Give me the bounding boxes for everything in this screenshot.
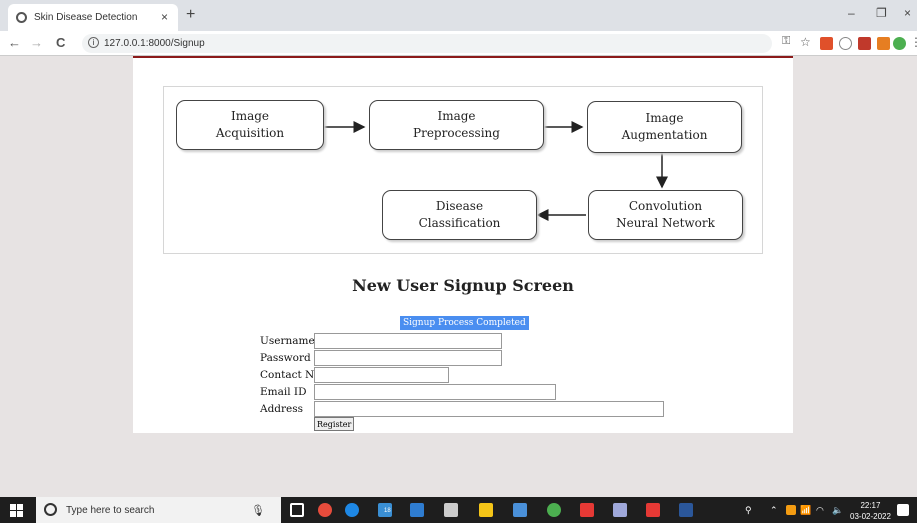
word-icon[interactable] bbox=[679, 503, 693, 517]
store-badge: 18 bbox=[384, 508, 391, 514]
extension-mail-icon[interactable] bbox=[858, 37, 871, 50]
email-label: Email ID bbox=[260, 386, 307, 398]
extension-pdf-icon[interactable] bbox=[820, 37, 833, 50]
back-button[interactable]: ← bbox=[8, 35, 21, 50]
address-input[interactable] bbox=[314, 401, 664, 417]
contact-input[interactable] bbox=[314, 367, 449, 383]
menu-dots-icon[interactable]: ⋮ bbox=[910, 35, 917, 49]
browser-tab[interactable]: Skin Disease Detection × bbox=[8, 4, 178, 31]
username-input[interactable] bbox=[314, 333, 502, 349]
url-text: 127.0.0.1:8000/Signup bbox=[104, 38, 205, 49]
taskbar-search[interactable]: Type here to search 🎙 bbox=[36, 497, 281, 523]
star-icon[interactable]: ☆ bbox=[800, 35, 811, 49]
file-explorer-icon[interactable] bbox=[479, 503, 493, 517]
address-toolbar: ← → C i 127.0.0.1:8000/Signup ⚿ ☆ ⋮ bbox=[0, 31, 917, 56]
tab-close-icon[interactable]: × bbox=[161, 10, 168, 24]
password-input[interactable] bbox=[314, 350, 502, 366]
contact-label: Contact No bbox=[260, 369, 321, 381]
clock-date: 03-02-2022 bbox=[850, 512, 891, 521]
header-divider bbox=[133, 56, 793, 58]
close-window-button[interactable]: × bbox=[904, 6, 911, 20]
page-title: New User Signup Screen bbox=[352, 276, 574, 295]
app-icon-doc[interactable] bbox=[613, 503, 627, 517]
browser-tabbar: Skin Disease Detection × + – ❐ × bbox=[0, 0, 917, 31]
network-icon[interactable]: 📶 bbox=[800, 505, 811, 516]
app-icon-blue[interactable] bbox=[410, 503, 424, 517]
new-tab-button[interactable]: + bbox=[186, 6, 195, 24]
restore-button[interactable]: ❐ bbox=[876, 6, 887, 20]
app-icon-pen[interactable] bbox=[580, 503, 594, 517]
edge-browser-icon[interactable] bbox=[345, 503, 359, 517]
task-view-icon[interactable] bbox=[290, 503, 304, 517]
username-label: Username bbox=[260, 335, 315, 347]
page-container: Image Acquisition Image Preprocessing Im… bbox=[133, 56, 793, 433]
volume-icon[interactable]: 🔈 bbox=[832, 505, 843, 516]
extension-search-icon[interactable] bbox=[839, 37, 852, 50]
workflow-diagram: Image Acquisition Image Preprocessing Im… bbox=[163, 86, 763, 254]
clock-time: 22:17 bbox=[860, 501, 881, 510]
minimize-button[interactable]: – bbox=[848, 6, 855, 20]
url-bar[interactable]: i 127.0.0.1:8000/Signup bbox=[82, 34, 772, 53]
taskbar-clock[interactable]: 22:17 03-02-2022 bbox=[850, 500, 891, 522]
microphone-icon[interactable]: 🎙 bbox=[251, 504, 265, 517]
password-label: Password bbox=[260, 352, 311, 364]
app-icon-anaconda[interactable] bbox=[646, 503, 660, 517]
node-cnn: Convolution Neural Network bbox=[588, 190, 743, 240]
register-button[interactable]: Register bbox=[314, 417, 355, 431]
node-disease-classification: Disease Classification bbox=[382, 190, 537, 240]
email-input[interactable] bbox=[314, 384, 556, 400]
info-icon[interactable]: i bbox=[88, 37, 99, 48]
windows-start-icon[interactable] bbox=[10, 504, 23, 517]
app-icon-folder[interactable] bbox=[513, 503, 527, 517]
wifi-icon[interactable]: ◠ bbox=[816, 505, 824, 516]
app-icon-red[interactable] bbox=[318, 503, 332, 517]
node-image-preprocessing: Image Preprocessing bbox=[369, 100, 544, 150]
globe-icon bbox=[16, 12, 27, 23]
address-label: Address bbox=[260, 403, 304, 415]
cortana-icon bbox=[44, 503, 57, 516]
node-image-acquisition: Image Acquisition bbox=[176, 100, 324, 150]
store-icon[interactable]: 18 bbox=[378, 503, 392, 517]
people-icon[interactable]: ⚲ bbox=[745, 505, 752, 516]
profile-avatar[interactable] bbox=[893, 37, 906, 50]
tab-title: Skin Disease Detection bbox=[34, 12, 138, 23]
search-placeholder: Type here to search bbox=[66, 505, 155, 516]
app-icon-gray[interactable] bbox=[444, 503, 458, 517]
extension-fox-icon[interactable] bbox=[877, 37, 890, 50]
tray-app-icon[interactable] bbox=[786, 505, 796, 515]
forward-button[interactable]: → bbox=[30, 35, 43, 50]
reload-button[interactable]: C bbox=[56, 35, 65, 50]
tray-chevron-icon[interactable]: ⌃ bbox=[770, 505, 778, 516]
status-message: Signup Process Completed bbox=[400, 316, 529, 330]
chrome-icon[interactable] bbox=[547, 503, 561, 517]
node-image-augmentation: Image Augmentation bbox=[587, 101, 742, 153]
taskbar: Type here to search 🎙 18 ⚲ ⌃ 📶 ◠ 🔈 22:17… bbox=[0, 497, 917, 523]
notification-icon[interactable] bbox=[897, 504, 909, 516]
key-icon[interactable]: ⚿ bbox=[782, 35, 790, 48]
